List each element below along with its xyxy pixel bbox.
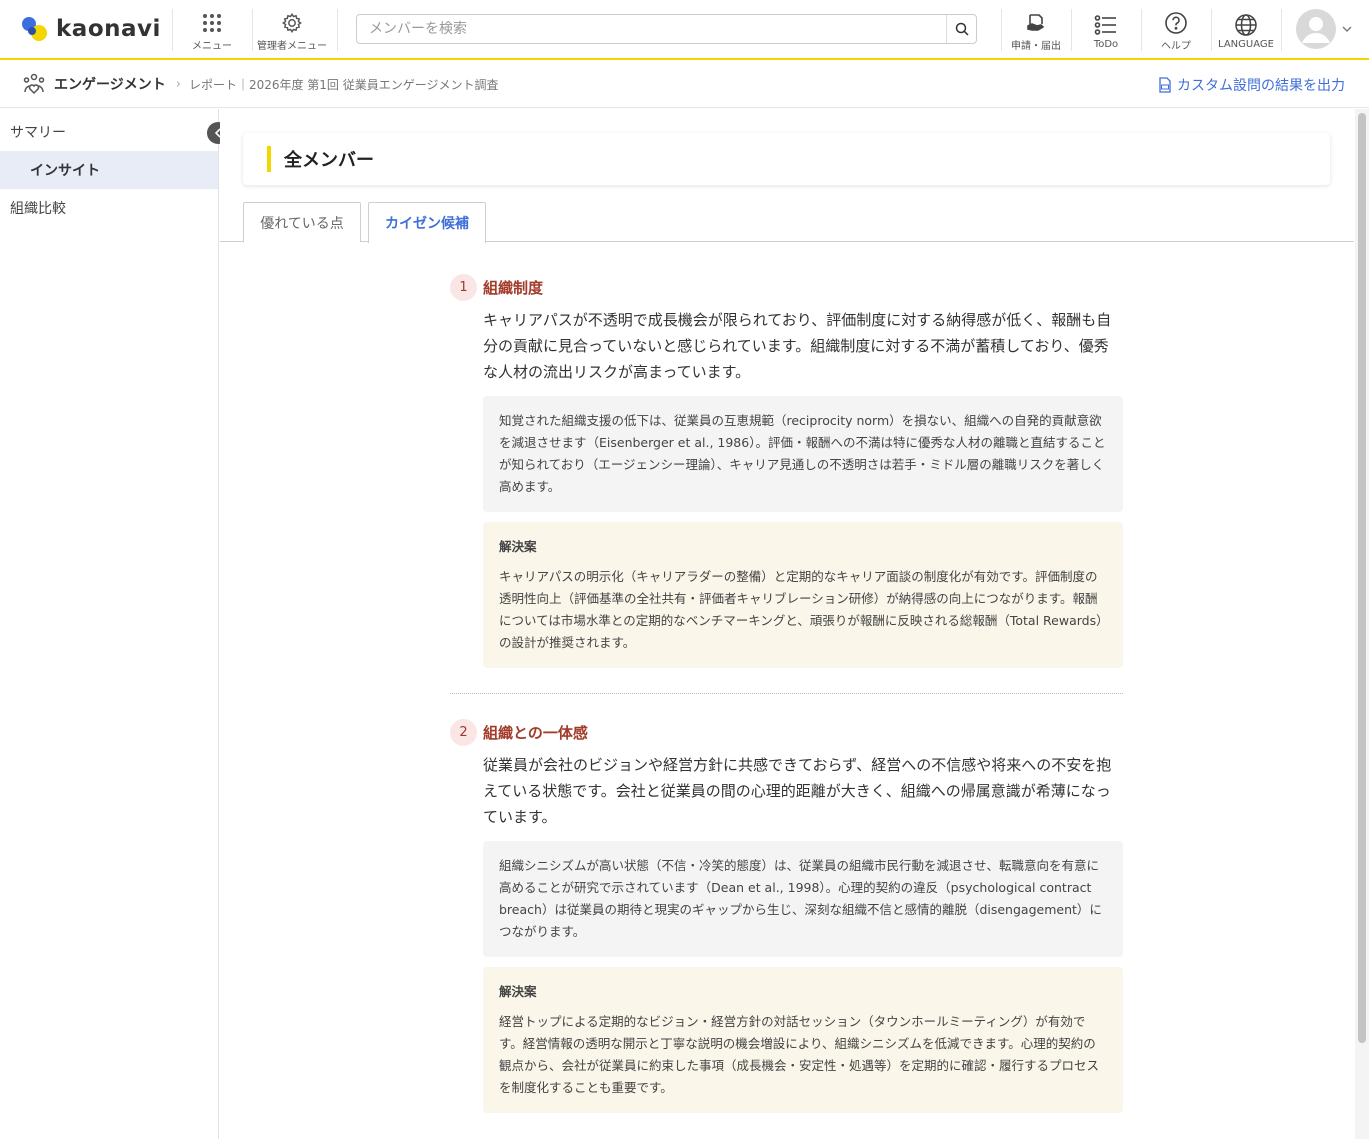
user-menu[interactable] [1296,9,1352,49]
divider [252,9,253,51]
item-evidence: 知覚された組織支援の低下は、従業員の互恵規範（reciprocity norm）… [483,396,1123,512]
kaonavi-logo[interactable]: kaonavi [20,0,170,59]
sidebar-item-insight[interactable]: インサイト [0,151,218,189]
apply-button[interactable]: 申請・届出 [1003,0,1069,60]
logo-text: kaonavi [56,16,161,42]
engagement-icon [23,73,45,95]
apply-label: 申請・届出 [1011,40,1061,52]
divider [1281,9,1282,51]
admin-menu-button[interactable]: 管理者メニュー [254,0,330,60]
insight-item: 2 組織との一体感 従業員が会社のビジョンや経営方針に共感できておらず、経営への… [450,719,1123,1113]
item-number: 2 [450,719,477,746]
member-search [356,14,977,44]
breadcrumb: エンゲージメント › レポート｜2026年度 第1回 従業員エンゲージメント調査… [0,61,1369,108]
avatar [1296,9,1336,49]
search-input[interactable] [357,16,946,42]
csv-file-icon [1159,77,1171,93]
menu-label: メニュー [192,40,232,52]
divider [1001,9,1002,51]
divider [337,9,338,51]
tab-strengths[interactable]: 優れている点 [243,202,361,242]
logo-icon [22,17,47,41]
sidebar-item-label: サマリー [10,125,66,141]
export-custom-results-button[interactable]: カスタム設問の結果を出力 [1158,75,1345,95]
language-label: LANGUAGE [1218,38,1274,50]
item-title: 組織との一体感 [483,724,588,742]
solution-heading: 解決案 [499,539,537,554]
chevron-down-icon [1342,26,1352,32]
chevron-right-icon: › [175,76,181,92]
globe-icon [1234,11,1258,39]
top-header: kaonavi メニュー 管理者メニュー メンバーを検索 申請・届出 ToDo … [0,0,1369,60]
main-content: 全メンバー 優れている点 カイゼン候補 1 組織制度 キャリアパスが不透明で成長… [220,109,1354,1139]
tab-label: 優れている点 [260,215,344,232]
tab-bar: 優れている点 カイゼン候補 [220,202,1354,243]
item-description: キャリアパスが不透明で成長機会が限られており、評価制度に対する納得感が低く、報酬… [483,311,1112,381]
admin-menu-label: 管理者メニュー [257,40,327,52]
divider [1211,9,1212,51]
item-title: 組織制度 [483,279,544,297]
help-label: ヘルプ [1161,40,1191,52]
item-divider [450,693,1123,694]
item-solution: 解決案 キャリアパスの明示化（キャリアラダーの整備）と定期的なキャリア面談の制度… [483,522,1123,668]
sidebar-item-label: 組織比較 [10,201,66,217]
sidebar-item-label: インサイト [30,163,100,179]
item-number: 1 [450,274,477,301]
solution-text: キャリアパスの明示化（キャリアラダーの整備）と定期的なキャリア面談の制度化が有効… [499,569,1103,650]
title-accent-bar [267,146,271,172]
sidebar: サマリー インサイト 組織比較 [0,109,219,1139]
tab-improvement[interactable]: カイゼン候補 [368,202,486,243]
grid-icon [202,9,222,37]
solution-text: 経営トップによる定期的なビジョン・経営方針の対話セッション（タウンホールミーティ… [499,1014,1100,1095]
breadcrumb-page: レポート｜2026年度 第1回 従業員エンゲージメント調査 [188,77,499,92]
divider [172,9,173,51]
todo-label: ToDo [1093,38,1119,50]
language-button[interactable]: LANGUAGE [1213,0,1279,60]
insight-item: 1 組織制度 キャリアパスが不透明で成長機会が限られており、評価制度に対する納得… [450,274,1123,668]
tab-label: カイゼン候補 [385,216,469,232]
help-icon [1164,9,1188,37]
breadcrumb-section[interactable]: エンゲージメント [54,74,166,94]
sidebar-item-org-comparison[interactable]: 組織比較 [0,189,218,227]
divider [1071,9,1072,51]
scrollbar-thumb[interactable] [1358,113,1366,1043]
page-title: 全メンバー [284,150,374,171]
document-hand-icon [1025,9,1047,37]
solution-heading: 解決案 [499,984,537,999]
todo-button[interactable]: ToDo [1073,0,1139,60]
item-description: 従業員が会社のビジョンや経営方針に共感できておらず、経営への不信感や将来への不安… [483,756,1112,826]
title-card: 全メンバー [243,133,1330,185]
search-button[interactable] [946,15,976,43]
help-button[interactable]: ヘルプ [1143,0,1209,60]
export-label: カスタム設問の結果を出力 [1177,78,1345,94]
item-evidence: 組織シニシズムが高い状態（不信・冷笑的態度）は、従業員の組織市民行動を減退させ、… [483,841,1123,957]
sidebar-item-summary[interactable]: サマリー [0,113,218,151]
todo-list-icon [1094,11,1118,39]
item-solution: 解決案 経営トップによる定期的なビジョン・経営方針の対話セッション（タウンホール… [483,967,1123,1113]
gear-icon [281,9,303,37]
divider [1141,9,1142,51]
menu-button[interactable]: メニュー [182,0,242,60]
search-icon [955,22,969,36]
